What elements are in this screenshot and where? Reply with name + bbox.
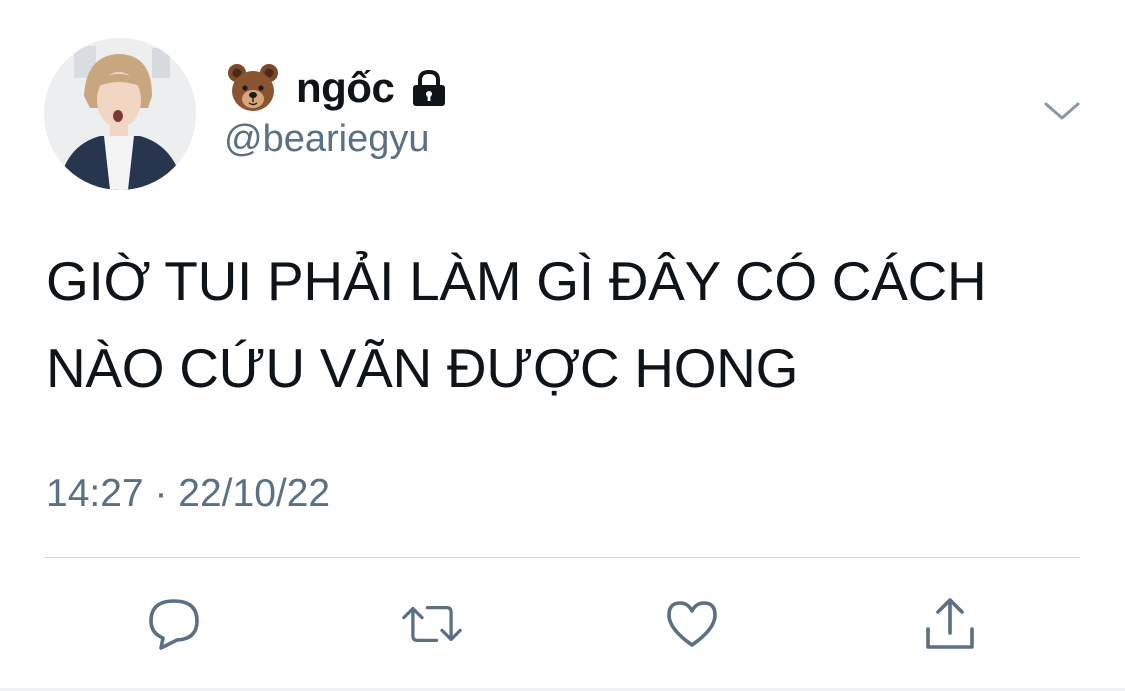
tweet-time: 14:27 [46,472,144,515]
display-name: ngốc [296,64,395,111]
share-icon [926,598,974,649]
like-icon [667,601,717,647]
bear-face-emoji-icon [228,64,278,111]
retweet-icon [402,606,462,642]
divider [44,557,1080,558]
tweet-text: GIỜ TUI PHẢI LÀM GÌ ĐÂY CÓ CÁCH NÀO CỨU … [46,238,1086,412]
tweet-text-line: GIỜ TUI PHẢI LÀM GÌ ĐÂY CÓ CÁCH [46,250,987,312]
user-handle[interactable]: @beariegyu [224,118,429,161]
share-button[interactable] [920,594,980,654]
chevron-down-icon[interactable] [1042,96,1082,126]
tweet-text-line: NÀO CỨU VÃN ĐƯỢC HONG [46,337,799,399]
tweet-date: 22/10/22 [178,472,331,515]
avatar[interactable] [44,38,196,190]
tweet-timestamp[interactable]: 14:27 · 22/10/22 [46,472,330,516]
reply-icon [149,599,199,650]
user-name-row[interactable]: ngốc [226,56,450,120]
like-button[interactable] [662,594,722,654]
meta-separator: · [154,472,168,515]
lock-icon [413,69,446,106]
retweet-button[interactable] [402,594,462,654]
reply-button[interactable] [144,594,204,654]
